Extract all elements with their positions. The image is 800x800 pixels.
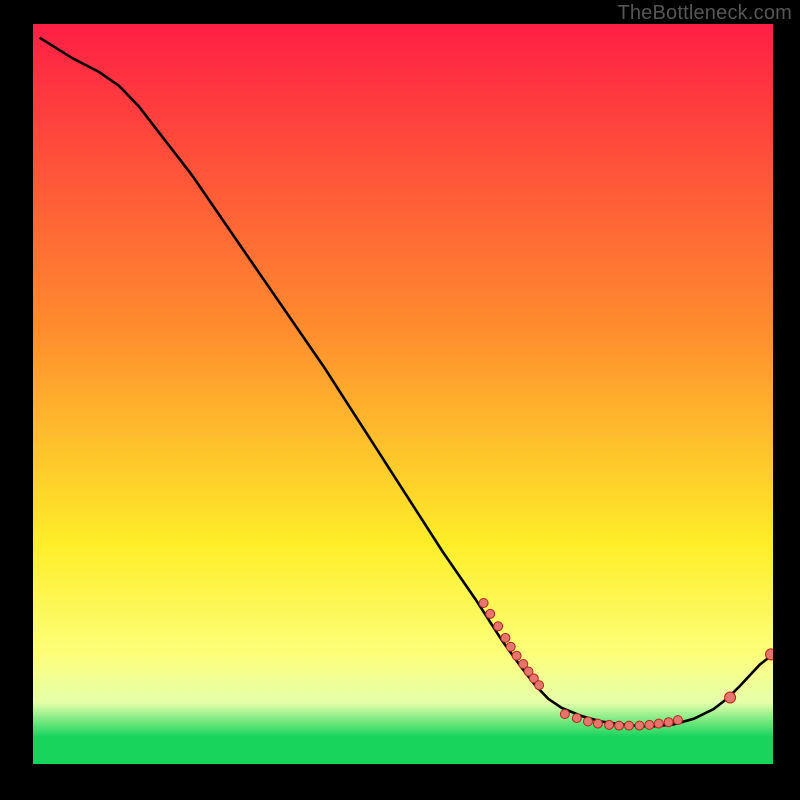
curve-dot [494, 622, 503, 631]
gradient-background [33, 24, 773, 765]
curve-dot [501, 633, 510, 642]
curve-dot [615, 721, 624, 730]
curve-dot [584, 717, 593, 726]
curve-dot [560, 710, 569, 719]
curve-dot [654, 719, 663, 728]
chart-stage: TheBottleneck.com [0, 0, 800, 800]
curve-dot [593, 719, 602, 728]
frame-right [773, 0, 800, 800]
frame-left [0, 0, 33, 800]
curve-dot [625, 721, 634, 730]
curve-dot [645, 720, 654, 729]
curve-dot [725, 692, 736, 703]
bottleneck-chart [0, 0, 800, 800]
curve-dot [572, 714, 581, 723]
curve-dot [506, 642, 515, 651]
curve-dot [664, 718, 673, 727]
curve-dot [673, 716, 682, 725]
curve-dot [486, 609, 495, 618]
curve-dot [535, 681, 544, 690]
curve-dot [605, 720, 614, 729]
frame-bottom [0, 764, 800, 800]
curve-dot [479, 599, 488, 608]
curve-dot [635, 721, 644, 730]
attribution-text: TheBottleneck.com [617, 2, 792, 25]
curve-dot [512, 651, 521, 660]
